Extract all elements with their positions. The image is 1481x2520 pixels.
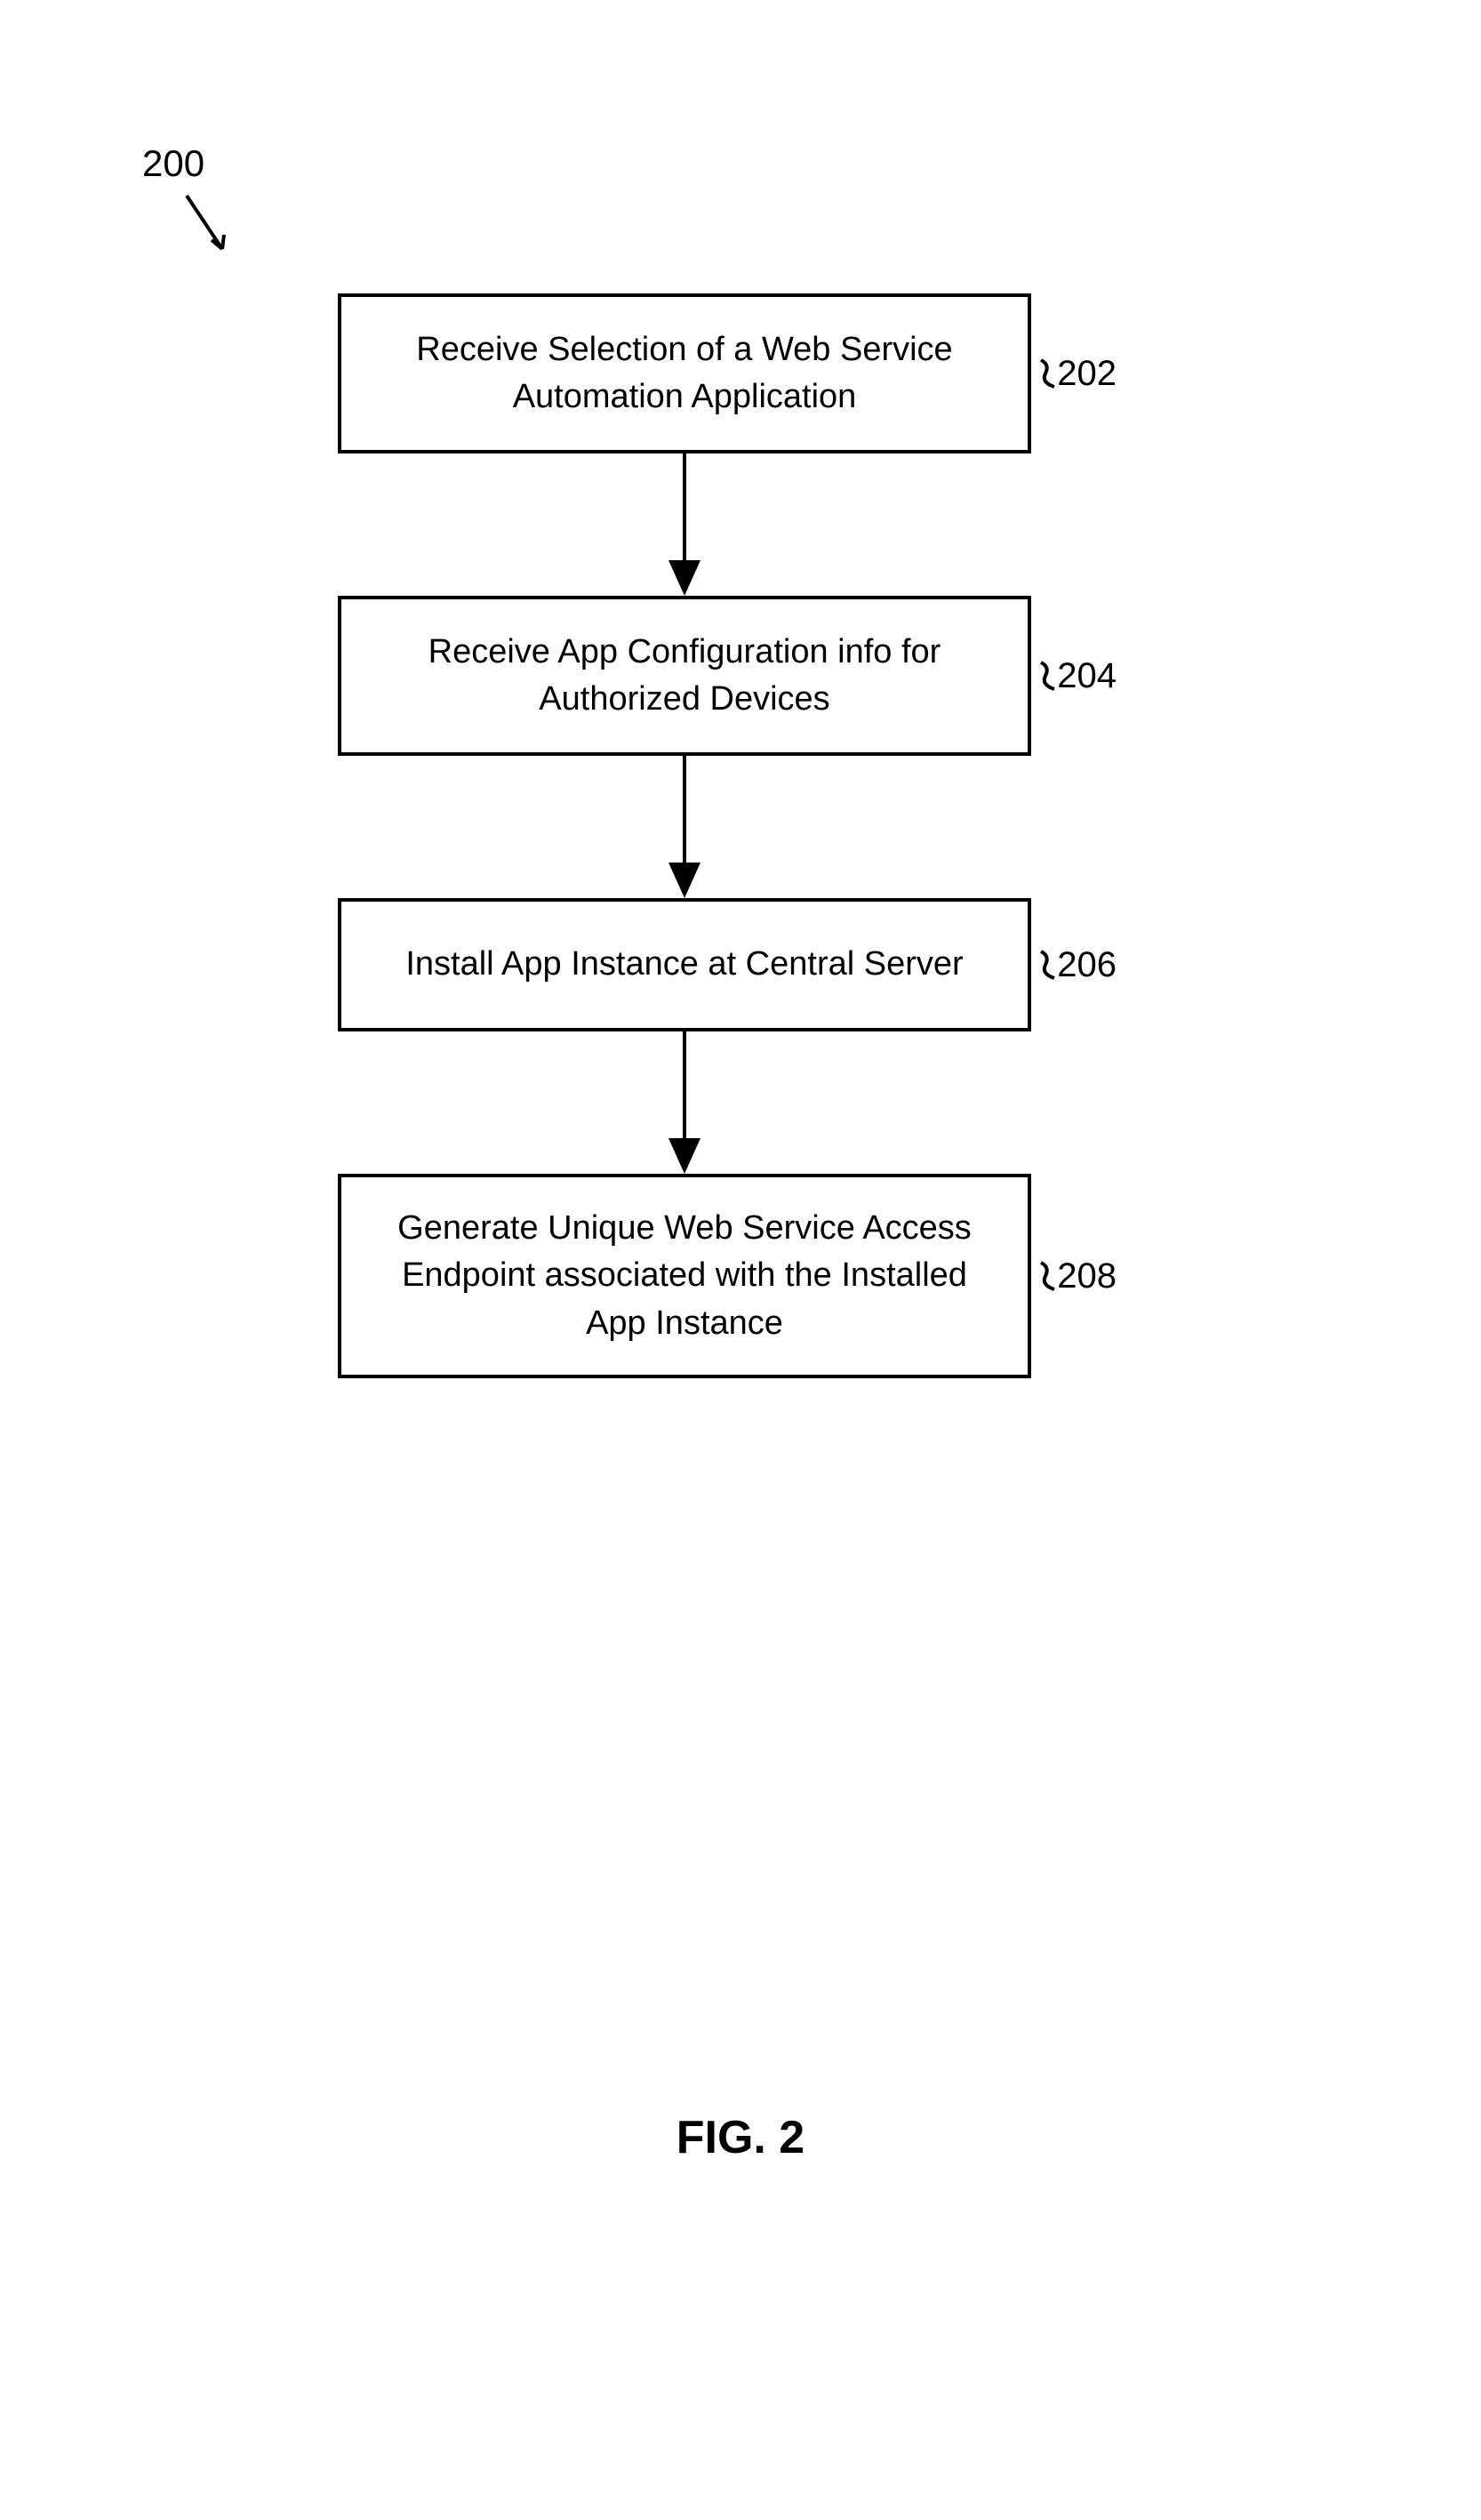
step-box-208: Generate Unique Web Service Access Endpo… <box>338 1174 1031 1378</box>
arrow-down-icon <box>338 756 1031 898</box>
ref-number: 206 <box>1057 940 1117 990</box>
step-text: Generate Unique Web Service Access Endpo… <box>377 1205 992 1347</box>
ref-number: 202 <box>1057 349 1117 398</box>
step-box-206: Install App Instance at Central Server 2… <box>338 898 1031 1031</box>
step-text: Receive App Configuration info for Autho… <box>377 629 992 723</box>
arrow-down-icon <box>338 453 1031 596</box>
flowchart-container: Receive Selection of a Web Service Autom… <box>338 293 1067 1378</box>
figure-number-label: 200 <box>142 142 204 185</box>
figure-number-text: 200 <box>142 142 204 184</box>
arrow-down-icon <box>338 1031 1031 1174</box>
step-text: Install App Instance at Central Server <box>405 941 963 988</box>
step-box-202: Receive Selection of a Web Service Autom… <box>338 293 1031 453</box>
ref-number: 208 <box>1057 1251 1117 1301</box>
ref-number: 204 <box>1057 651 1117 701</box>
figure-pointer-arrow <box>178 187 249 276</box>
figure-caption: FIG. 2 <box>676 2111 805 2164</box>
step-box-204: Receive App Configuration info for Autho… <box>338 596 1031 756</box>
step-text: Receive Selection of a Web Service Autom… <box>377 326 992 421</box>
